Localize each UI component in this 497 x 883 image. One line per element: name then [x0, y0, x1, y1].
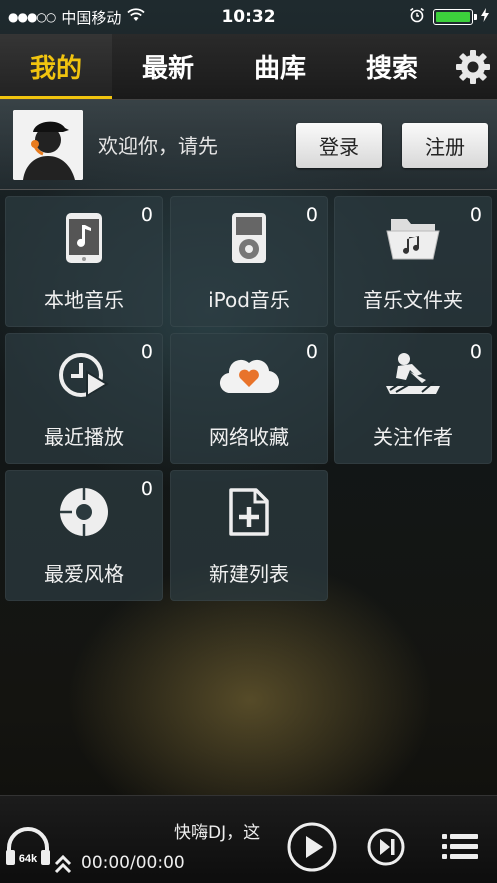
tile-follow-artists[interactable]: 0 关注作者 — [334, 333, 492, 464]
wifi-icon — [127, 8, 146, 26]
gear-icon[interactable] — [448, 34, 497, 99]
tile-label: iPod音乐 — [208, 288, 290, 312]
status-bar: ●●●○○ 中国移动 10:32 — [0, 0, 497, 34]
tile-label: 新建列表 — [209, 562, 289, 586]
headphone-icon[interactable]: 64k — [5, 826, 51, 872]
tab-library[interactable]: 曲库 — [224, 34, 336, 99]
tile-label: 本地音乐 — [44, 288, 124, 312]
track-title[interactable]: 快嗨DJ，这 — [174, 818, 260, 843]
cloud-heart-icon — [170, 345, 328, 405]
carrier-name: 中国移动 — [61, 8, 122, 27]
tile-music-folder[interactable]: 0 音乐文件夹 — [334, 196, 492, 327]
music-folder-icon — [334, 208, 492, 268]
tile-recent-play[interactable]: 0 最近播放 — [5, 333, 163, 464]
tile-favorite-genres[interactable]: 0 最爱风格 — [5, 470, 163, 601]
next-icon[interactable] — [366, 827, 406, 871]
charging-icon — [481, 8, 489, 26]
ipod-icon — [170, 208, 328, 268]
phone-music-icon — [5, 208, 163, 268]
avatar[interactable] — [13, 109, 83, 180]
tile-online-favorites[interactable]: 0 网络收藏 — [170, 333, 328, 464]
tile-label: 最爱风格 — [44, 562, 124, 586]
top-tab-bar: 我的 最新 曲库 搜索 — [0, 34, 497, 100]
playlist-icon[interactable] — [442, 832, 478, 864]
tab-latest[interactable]: 最新 — [112, 34, 224, 99]
expand-up-icon[interactable] — [54, 854, 72, 878]
welcome-text: 欢迎你，请先 — [98, 134, 218, 158]
tile-label: 网络收藏 — [209, 425, 289, 449]
dj-artist-icon — [334, 345, 492, 405]
mini-player: 64k 快嗨DJ，这 00:00/00:00 — [0, 795, 497, 883]
music-category-grid: 0 本地音乐 0 iPod音乐 0 音乐文件夹 0 最近播放 0 网络收藏 0 … — [5, 196, 494, 606]
tab-mine[interactable]: 我的 — [0, 34, 112, 99]
new-file-icon — [170, 482, 328, 542]
tile-label: 关注作者 — [373, 425, 453, 449]
tile-new-playlist[interactable]: 新建列表 — [170, 470, 328, 601]
tile-label: 音乐文件夹 — [363, 288, 463, 312]
play-icon[interactable] — [286, 821, 338, 877]
battery-icon — [433, 9, 477, 25]
bitrate-label: 64k — [19, 853, 38, 865]
tile-label: 最近播放 — [44, 425, 124, 449]
tile-local-music[interactable]: 0 本地音乐 — [5, 196, 163, 327]
signal-icon: ●●●○○ — [8, 10, 56, 24]
vinyl-icon — [5, 482, 163, 542]
register-button[interactable]: 注册 — [402, 123, 488, 168]
login-button[interactable]: 登录 — [296, 123, 382, 168]
user-login-bar: 欢迎你，请先 登录 注册 — [0, 100, 497, 190]
alarm-icon — [409, 7, 425, 27]
recent-play-icon — [5, 345, 163, 405]
tab-search[interactable]: 搜索 — [336, 34, 448, 99]
playback-time: 00:00/00:00 — [81, 853, 185, 873]
tile-ipod-music[interactable]: 0 iPod音乐 — [170, 196, 328, 327]
